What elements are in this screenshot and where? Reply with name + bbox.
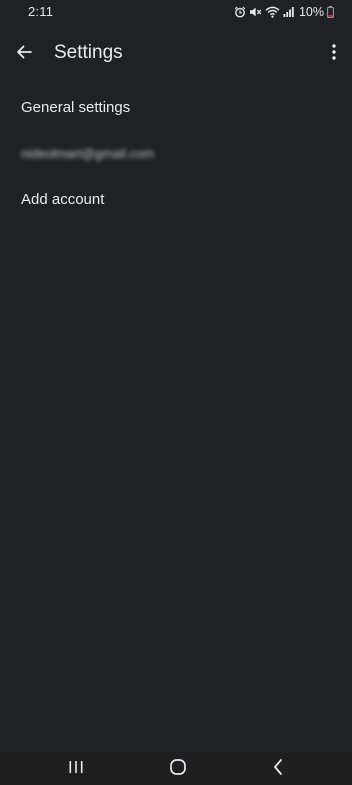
system-nav-bar [0,753,352,785]
page-title: Settings [54,42,123,63]
battery-icon [327,6,334,18]
account-email: nideolmart@gmail.com [21,145,155,161]
status-icons: 10% [234,3,334,21]
mute-icon [249,6,262,18]
back-button[interactable] [6,34,42,74]
home-icon [169,758,187,781]
alarm-icon [234,6,246,18]
back-icon [272,758,284,781]
home-button[interactable] [148,753,208,785]
settings-list: General settings nideolmart@gmail.com Ad… [0,84,352,222]
general-settings-item[interactable]: General settings [0,84,352,130]
wifi-icon [265,6,280,18]
account-item[interactable]: nideolmart@gmail.com [0,130,352,176]
battery-percentage: 10% [298,5,324,19]
nav-back-button[interactable] [248,753,308,785]
list-item-label: Add account [21,190,105,208]
recents-button[interactable] [46,753,106,785]
add-account-item[interactable]: Add account [0,176,352,222]
more-options-button[interactable] [322,38,346,70]
status-time: 2:11 [28,4,54,19]
more-vert-icon [331,43,337,66]
signal-icon [283,6,294,18]
recents-icon [67,759,85,780]
app-bar: Settings [0,30,352,78]
arrow-back-icon [14,42,34,67]
list-item-label: General settings [21,98,131,116]
status-bar: 2:11 10% [0,0,352,24]
